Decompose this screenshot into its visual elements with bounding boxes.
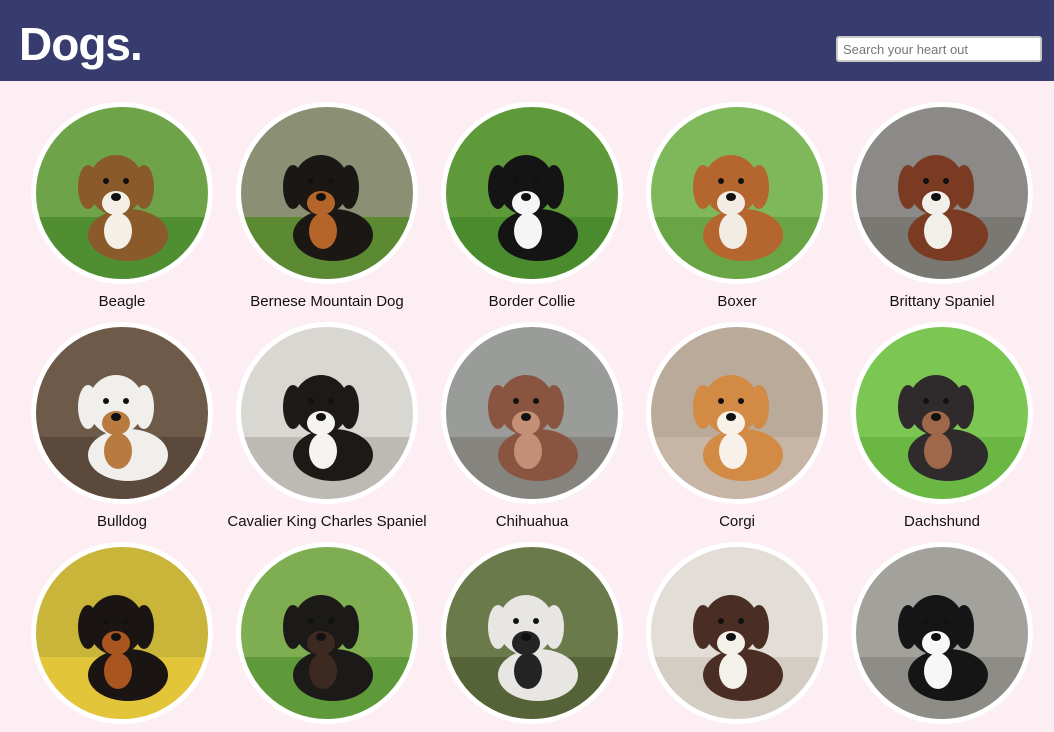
- breed-photo-frame[interactable]: [441, 542, 623, 724]
- breed-photo[interactable]: [856, 107, 1028, 279]
- breed-photo-frame[interactable]: [646, 102, 828, 284]
- breed-photo[interactable]: [36, 547, 208, 719]
- breed-photo-frame[interactable]: [236, 322, 418, 504]
- breed-photo[interactable]: [241, 107, 413, 279]
- breed-card[interactable]: [227, 542, 427, 732]
- breed-name[interactable]: Cavalier King Charles Spaniel: [227, 512, 427, 532]
- breed-name[interactable]: Boxer: [637, 292, 837, 312]
- breed-photo-frame[interactable]: [31, 542, 213, 724]
- breed-photo[interactable]: [651, 107, 823, 279]
- breed-card[interactable]: Cavalier King Charles Spaniel: [227, 322, 427, 532]
- breed-photo[interactable]: [446, 107, 618, 279]
- breed-card[interactable]: [842, 542, 1042, 732]
- breed-photo-frame[interactable]: [646, 322, 828, 504]
- breed-photo-frame[interactable]: [851, 102, 1033, 284]
- breed-card[interactable]: [432, 542, 632, 732]
- breed-card[interactable]: Bernese Mountain Dog: [227, 102, 427, 312]
- breed-photo[interactable]: [241, 327, 413, 499]
- breed-card[interactable]: Dachshund: [842, 322, 1042, 532]
- breed-name[interactable]: Bulldog: [22, 512, 222, 532]
- breed-photo[interactable]: [446, 327, 618, 499]
- breed-photo-frame[interactable]: [646, 542, 828, 724]
- breed-photo[interactable]: [856, 327, 1028, 499]
- breed-name[interactable]: Dachshund: [842, 512, 1042, 532]
- breed-photo[interactable]: [446, 547, 618, 719]
- breed-card[interactable]: Boxer: [637, 102, 837, 312]
- breed-photo-frame[interactable]: [441, 322, 623, 504]
- breed-card[interactable]: Brittany Spaniel: [842, 102, 1042, 312]
- breed-name[interactable]: Brittany Spaniel: [842, 292, 1042, 312]
- breed-photo[interactable]: [651, 547, 823, 719]
- breed-photo[interactable]: [241, 547, 413, 719]
- breed-photo-frame[interactable]: [236, 102, 418, 284]
- breed-photo[interactable]: [36, 107, 208, 279]
- breed-photo-frame[interactable]: [31, 322, 213, 504]
- breed-name[interactable]: Bernese Mountain Dog: [227, 292, 427, 312]
- breed-photo[interactable]: [36, 327, 208, 499]
- breed-photo-frame[interactable]: [441, 102, 623, 284]
- breed-card[interactable]: [637, 542, 837, 732]
- breed-card[interactable]: [22, 542, 222, 732]
- breed-card[interactable]: Border Collie: [432, 102, 632, 312]
- breed-card[interactable]: Beagle: [22, 102, 222, 312]
- breed-photo[interactable]: [856, 547, 1028, 719]
- breed-grid: Beagle Bernese Mountain Dog Border Collie B…: [0, 0, 1054, 724]
- breed-name[interactable]: Chihuahua: [432, 512, 632, 532]
- breed-photo-frame[interactable]: [236, 542, 418, 724]
- breed-card[interactable]: Bulldog: [22, 322, 222, 532]
- breed-photo[interactable]: [651, 327, 823, 499]
- breed-card[interactable]: Corgi: [637, 322, 837, 532]
- breed-name[interactable]: Beagle: [22, 292, 222, 312]
- breed-photo-frame[interactable]: [851, 322, 1033, 504]
- breed-photo-frame[interactable]: [31, 102, 213, 284]
- breed-card[interactable]: Chihuahua: [432, 322, 632, 532]
- breed-photo-frame[interactable]: [851, 542, 1033, 724]
- breed-name[interactable]: Border Collie: [432, 292, 632, 312]
- breed-name[interactable]: Corgi: [637, 512, 837, 532]
